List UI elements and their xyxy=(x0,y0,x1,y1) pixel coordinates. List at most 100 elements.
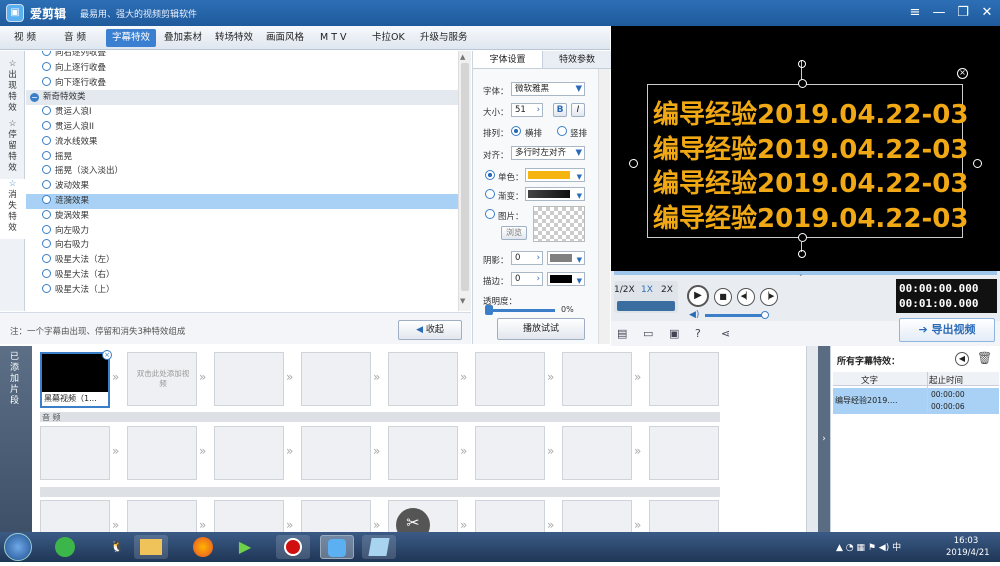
speed-half[interactable]: 1/2X xyxy=(614,285,635,295)
tab-disappear-effect[interactable]: ☆ 消失特效 xyxy=(0,179,25,239)
timeline-slot[interactable] xyxy=(40,426,110,480)
rotate-handle[interactable] xyxy=(798,60,806,68)
clock[interactable]: 16:03 2019/4/21 xyxy=(946,535,990,559)
timeline-slot[interactable] xyxy=(301,352,371,406)
chevron-down-icon[interactable]: ˅ xyxy=(799,274,803,282)
timeline-scrollbar[interactable] xyxy=(806,346,818,532)
tab-font-settings[interactable]: 字体设置 xyxy=(473,51,543,69)
font-select[interactable]: 微软雅黑 ▼ xyxy=(511,82,585,96)
size-input[interactable]: 51 › xyxy=(511,103,543,117)
effect-item[interactable]: 向右逐列收叠 xyxy=(26,51,458,61)
aijianji-taskbar-icon[interactable] xyxy=(320,535,354,559)
timeline-slot[interactable] xyxy=(301,426,371,480)
effect-item[interactable]: 向上逐行收叠 xyxy=(26,61,458,76)
bold-button[interactable]: B xyxy=(553,103,567,117)
solid-color-radio[interactable] xyxy=(485,170,495,180)
solid-color-picker[interactable]: ▼ xyxy=(525,168,585,182)
tab-audio[interactable]: 音 频 xyxy=(58,29,92,47)
speed-1x[interactable]: 1X xyxy=(641,285,653,295)
image-radio[interactable] xyxy=(485,209,495,219)
export-video-button[interactable]: ➔ 导出视频 xyxy=(899,318,995,342)
effect-item[interactable]: 涟漪效果 xyxy=(26,194,458,209)
tab-style[interactable]: 画面风格 xyxy=(260,29,310,47)
italic-button[interactable]: I xyxy=(571,103,585,117)
volume-icon[interactable]: ◀) xyxy=(689,310,699,320)
timeline-slot[interactable] xyxy=(562,352,632,406)
effect-item[interactable]: 贯运人浪II xyxy=(26,120,458,135)
effect-item[interactable]: 摇晃 xyxy=(26,150,458,165)
added-clips-tab[interactable]: 已添加片段 xyxy=(0,346,32,532)
speed-slider[interactable] xyxy=(617,301,675,311)
tab-transition[interactable]: 转场特效 xyxy=(209,29,259,47)
move-handle[interactable] xyxy=(798,250,806,258)
volume-handle[interactable] xyxy=(761,311,769,319)
effect-item[interactable]: 吸星大法（上） xyxy=(26,283,458,298)
align-select[interactable]: 多行时左对齐 ▼ xyxy=(511,146,585,160)
browser-360-icon[interactable] xyxy=(48,535,82,559)
tab-upgrade[interactable]: 升级与服务 xyxy=(414,29,474,47)
close-icon[interactable]: ✕ xyxy=(976,3,998,23)
resize-handle-left[interactable] xyxy=(629,159,638,168)
properties-scrollbar[interactable] xyxy=(598,69,610,344)
timeline-slot[interactable] xyxy=(475,426,545,480)
effect-list-scrollbar[interactable]: ▲ ▼ xyxy=(458,51,471,311)
file-explorer-icon[interactable] xyxy=(134,535,168,559)
timeline-slot[interactable] xyxy=(475,352,545,406)
timeline-slot[interactable]: 双击此处添加视频 xyxy=(127,352,197,406)
next-frame-icon[interactable]: ▕▶ xyxy=(760,288,778,306)
effect-item[interactable]: 流水线效果 xyxy=(26,135,458,150)
effect-item[interactable]: 向下逐行收叠 xyxy=(26,76,458,91)
speed-2x[interactable]: 2X xyxy=(661,285,673,295)
timeline-slot[interactable] xyxy=(388,352,458,406)
tab-mtv[interactable]: M T V xyxy=(314,29,353,47)
play-icon[interactable]: ▶ xyxy=(687,285,709,307)
resize-handle-top[interactable] xyxy=(798,79,807,88)
maximize-icon[interactable]: ❐ xyxy=(952,3,974,23)
menu-icon[interactable]: ≡ xyxy=(904,3,926,23)
save-icon[interactable]: ▣ xyxy=(669,327,679,340)
effect-item[interactable]: 旋涡效果 xyxy=(26,209,458,224)
collapse-button[interactable]: ◀ 收起 xyxy=(398,320,462,340)
timeline-slot[interactable] xyxy=(214,426,284,480)
gradient-picker[interactable]: ▼ xyxy=(525,187,585,201)
open-folder-icon[interactable]: ▭ xyxy=(643,327,653,340)
progress-bar[interactable] xyxy=(614,271,997,275)
recorder-icon[interactable] xyxy=(276,535,310,559)
minimize-icon[interactable]: — xyxy=(928,3,950,23)
help-icon[interactable]: ? xyxy=(695,327,701,340)
tab-karaoke[interactable]: 卡拉OK xyxy=(366,29,411,47)
horizontal-radio[interactable] xyxy=(511,126,521,136)
tab-appear-effect[interactable]: ☆ 出现特效 xyxy=(0,59,25,115)
shadow-color-picker[interactable]: ▼ xyxy=(547,251,585,265)
tray-icons[interactable]: ▲ ◔ ▦ ⚑ ◀) 中 xyxy=(836,540,901,553)
tab-effect-params[interactable]: 特效参数 xyxy=(543,51,611,69)
prev-frame-icon[interactable]: ◀▏ xyxy=(737,288,755,306)
timeline-slot[interactable] xyxy=(649,426,719,480)
start-button[interactable] xyxy=(4,533,32,561)
opacity-slider-handle[interactable] xyxy=(485,305,493,315)
effect-item[interactable]: 向右吸力 xyxy=(26,238,458,253)
media-player-icon[interactable]: ▶ xyxy=(228,535,262,559)
timeline-slot[interactable] xyxy=(127,426,197,480)
effect-item[interactable]: 波动效果 xyxy=(26,179,458,194)
qq-icon[interactable]: 🐧 xyxy=(100,535,134,559)
gradient-radio[interactable] xyxy=(485,189,495,199)
timeline-slot[interactable] xyxy=(562,426,632,480)
effect-item[interactable]: 吸星大法（左） xyxy=(26,253,458,268)
back-icon[interactable]: ◀ xyxy=(955,352,969,366)
stroke-input[interactable]: 0 › xyxy=(511,272,543,286)
vertical-radio[interactable] xyxy=(557,126,567,136)
timeline-slot[interactable] xyxy=(649,352,719,406)
shadow-input[interactable]: 0 › xyxy=(511,251,543,265)
effect-item[interactable]: 摇晃（淡入淡出） xyxy=(26,164,458,179)
share-icon[interactable]: ⋖ xyxy=(721,327,730,340)
notepad-icon[interactable] xyxy=(362,535,396,559)
effect-row[interactable]: 编导经验2019.... 00:00:00 00:00:06 xyxy=(833,388,999,414)
stroke-color-picker[interactable]: ▼ xyxy=(547,272,585,286)
black-video-clip[interactable]: 黑幕视频（1... × xyxy=(40,350,112,408)
image-preview[interactable] xyxy=(533,206,585,242)
chevron-right-icon[interactable]: › xyxy=(818,346,830,532)
trash-icon[interactable]: 🗑 xyxy=(977,351,992,365)
tab-stay-effect[interactable]: ☆ 停留特效 xyxy=(0,119,25,175)
firefox-icon[interactable] xyxy=(186,535,220,559)
